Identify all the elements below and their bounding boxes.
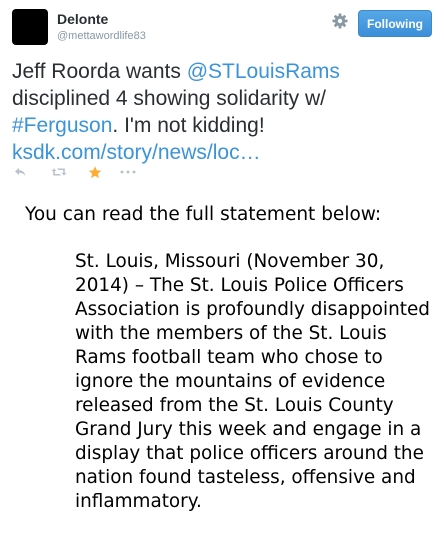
mention-link[interactable]: @STLouisRams [187,60,340,83]
avatar[interactable] [12,9,48,45]
statement-quote: St. Louis, Missouri (November 30, 2014) … [75,251,430,512]
retweet-icon[interactable] [51,167,67,177]
following-button[interactable]: Following [358,10,432,37]
tweet-text-segment: Jeff Roorda wants [12,60,187,83]
hashtag-link[interactable]: #Ferguson [12,114,112,137]
author-screen-name[interactable]: @mettawordlife83 [57,30,146,42]
more-icon[interactable] [120,170,136,174]
star-icon[interactable] [88,165,102,179]
tweet-actions [14,164,136,180]
embedded-tweet: Delonte @mettawordlife83 Following Jeff … [0,0,444,186]
statement-intro: You can read the full statement below: [25,204,382,225]
gear-icon[interactable] [330,11,350,31]
reply-icon[interactable] [14,167,26,177]
tweet-text-segment: . I'm not kidding! [112,114,265,137]
author-display-name[interactable]: Delonte [57,11,108,27]
tweet-text: Jeff Roorda wants @STLouisRams disciplin… [12,58,437,166]
tweet-text-segment: disciplined 4 showing solidarity w/ [12,87,326,110]
article-link[interactable]: ksdk.com/story/news/loc… [12,141,261,164]
